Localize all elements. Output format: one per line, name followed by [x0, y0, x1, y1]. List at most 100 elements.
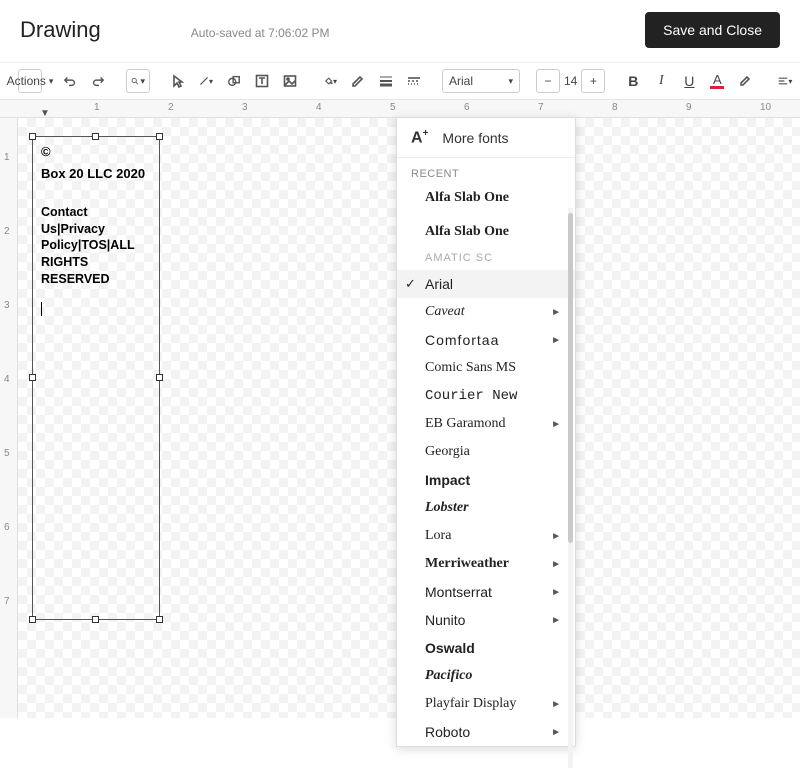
line-tool[interactable]: ▾	[194, 69, 218, 93]
font-item[interactable]: Montserrat►	[397, 578, 575, 606]
zoom-icon	[131, 74, 138, 88]
resize-handle-bm[interactable]	[92, 616, 99, 623]
pencil-icon	[351, 74, 365, 88]
selected-textbox[interactable]: © Box 20 LLC 2020 Contact Us|Privacy Pol…	[32, 136, 160, 620]
font-item-label: Arial	[425, 276, 453, 292]
toolbar: Actions ▾ ▾ ▾ ▾ Arial ▾ − 14 + B I U A ▾…	[0, 63, 800, 100]
bold-button[interactable]: B	[621, 69, 645, 93]
textbox-icon	[255, 74, 269, 88]
submenu-arrow-icon: ►	[551, 531, 561, 542]
font-item-recent[interactable]: Alfa Slab One	[397, 184, 575, 212]
ruler-mark: 2	[168, 102, 174, 113]
font-item-label: Playfair Display	[425, 696, 516, 712]
font-item[interactable]: Alfa Slab One	[397, 218, 575, 246]
caret-down-icon: ▾	[333, 77, 337, 86]
resize-handle-bl[interactable]	[29, 616, 36, 623]
line-icon	[199, 74, 209, 88]
font-item[interactable]: EB Garamond►	[397, 410, 575, 438]
font-family-dropdown[interactable]: Arial ▾	[442, 69, 520, 93]
ruler-mark: 3	[4, 300, 10, 311]
resize-handle-tr[interactable]	[156, 133, 163, 140]
text-color-button[interactable]: A	[705, 69, 729, 93]
border-dash-button[interactable]	[402, 69, 426, 93]
fill-color-button[interactable]: ▾	[318, 69, 342, 93]
font-menu-scrollbar-thumb[interactable]	[568, 213, 573, 543]
caret-down-icon: ▾	[209, 77, 213, 86]
submenu-arrow-icon: ►	[551, 419, 561, 430]
ruler-mark: 8	[612, 102, 618, 113]
undo-icon	[63, 74, 77, 88]
submenu-arrow-icon: ►	[551, 559, 561, 570]
indent-marker-icon[interactable]: ▼▲	[40, 108, 50, 118]
font-item-label: Comfortaa	[425, 332, 499, 348]
ruler-mark: 6	[464, 102, 470, 113]
font-size-value[interactable]: 14	[564, 70, 577, 92]
resize-handle-tl[interactable]	[29, 133, 36, 140]
paint-bucket-icon	[323, 74, 333, 88]
actions-label: Actions	[7, 74, 46, 88]
font-item[interactable]: Courier New	[397, 382, 575, 410]
drawing-canvas[interactable]: 1234567 © Box 20 LLC 2020 Contact Us|Pri…	[0, 118, 800, 718]
italic-button[interactable]: I	[649, 69, 673, 93]
recent-section-label: RECENT	[397, 158, 575, 184]
resize-handle-mr[interactable]	[156, 374, 163, 381]
add-font-icon: A+	[411, 128, 428, 147]
font-item[interactable]: Pacifico	[397, 662, 575, 690]
font-item-label: Nunito	[425, 612, 465, 628]
font-item[interactable]: Lora►	[397, 522, 575, 550]
dialog-title: Drawing	[20, 17, 101, 43]
image-tool[interactable]	[278, 69, 302, 93]
textbox-content[interactable]: © Box 20 LLC 2020 Contact Us|Privacy Pol…	[33, 137, 159, 324]
more-fonts-item[interactable]: A+ More fonts	[397, 118, 575, 158]
submenu-arrow-icon: ►	[551, 615, 561, 626]
underline-button[interactable]: U	[677, 69, 701, 93]
zoom-button[interactable]: ▾	[126, 69, 150, 93]
horizontal-ruler: ▼▲ 12345678910	[0, 100, 800, 118]
shape-icon	[227, 74, 241, 88]
border-weight-button[interactable]	[374, 69, 398, 93]
ruler-mark: 10	[760, 102, 771, 113]
font-item-label: Georgia	[425, 444, 470, 460]
submenu-arrow-icon: ►	[551, 335, 561, 346]
align-icon	[778, 75, 788, 87]
resize-handle-ml[interactable]	[29, 374, 36, 381]
font-item-label: Alfa Slab One	[425, 190, 509, 206]
cursor-icon	[171, 74, 185, 88]
font-item-label: Roboto	[425, 724, 470, 740]
ruler-mark: 6	[4, 522, 10, 533]
font-item[interactable]: Caveat►	[397, 298, 575, 326]
border-color-button[interactable]	[346, 69, 370, 93]
ruler-mark: 4	[316, 102, 322, 113]
select-tool[interactable]	[166, 69, 190, 93]
highlight-button[interactable]	[733, 69, 757, 93]
save-and-close-button[interactable]: Save and Close	[645, 12, 780, 48]
font-item[interactable]: Oswald	[397, 634, 575, 662]
font-item[interactable]: Lobster	[397, 494, 575, 522]
font-item[interactable]: Comic Sans MS	[397, 354, 575, 382]
font-size-increase[interactable]: +	[581, 69, 605, 93]
font-item[interactable]: Merriweather►	[397, 550, 575, 578]
textbox-tool[interactable]	[250, 69, 274, 93]
font-item[interactable]: Comfortaa ►	[397, 326, 575, 354]
font-size-decrease[interactable]: −	[536, 69, 560, 93]
ruler-mark: 5	[390, 102, 396, 113]
redo-button[interactable]	[86, 69, 110, 93]
font-item[interactable]: Roboto►	[397, 718, 575, 746]
font-item[interactable]: Impact	[397, 466, 575, 494]
caret-down-icon: ▾	[49, 76, 54, 87]
shape-tool[interactable]	[222, 69, 246, 93]
actions-menu-button[interactable]: Actions ▾	[18, 69, 42, 93]
font-item[interactable]: Nunito ►	[397, 606, 575, 634]
resize-handle-tm[interactable]	[92, 133, 99, 140]
align-button[interactable]: ▾	[773, 69, 797, 93]
resize-handle-br[interactable]	[156, 616, 163, 623]
undo-button[interactable]	[58, 69, 82, 93]
font-item-label: Alfa Slab One	[425, 224, 509, 240]
font-item[interactable]: Georgia	[397, 438, 575, 466]
font-item[interactable]: Arial	[397, 270, 575, 298]
font-item[interactable]: AMATIC SC	[397, 246, 575, 270]
font-family-menu: A+ More fonts RECENT Alfa Slab One Alfa …	[396, 117, 576, 747]
ruler-mark: 1	[4, 152, 10, 163]
font-item-label: AMATIC SC	[425, 252, 493, 264]
font-item[interactable]: Playfair Display►	[397, 690, 575, 718]
